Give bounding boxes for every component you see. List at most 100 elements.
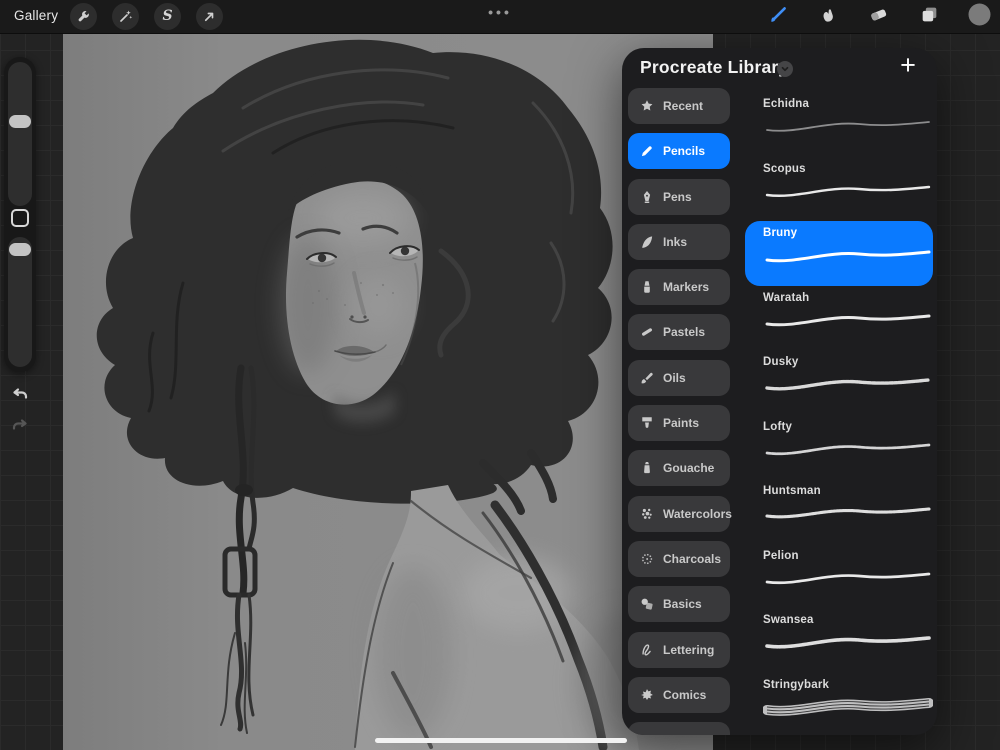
eraser-icon — [868, 4, 889, 30]
redo-icon — [10, 419, 30, 439]
category-label: Inks — [663, 234, 688, 249]
brush-stroke-preview — [765, 507, 931, 519]
brush-opacity-slider[interactable] — [8, 237, 32, 367]
category-pencils[interactable]: Pencils — [628, 133, 730, 170]
brush-list: Echidna Scopus Bruny Waratah Dusky Lofty — [745, 92, 933, 735]
home-indicator[interactable] — [375, 738, 627, 743]
category-inks[interactable]: Inks — [628, 223, 730, 260]
brush-row-echidna[interactable]: Echidna — [745, 92, 933, 157]
category-pens[interactable]: Pens — [628, 178, 730, 215]
brush-row-waratah[interactable]: Waratah — [745, 286, 933, 351]
category-gouache[interactable]: Gouache — [628, 450, 730, 487]
category-recent[interactable]: Recent — [628, 88, 730, 124]
category-label: Comics — [663, 687, 707, 702]
category-label: Markers — [663, 280, 710, 295]
brush-name: Waratah — [763, 291, 810, 304]
brush-stroke-preview — [766, 121, 930, 132]
brush-stroke-preview — [765, 443, 931, 455]
color-swatch-button[interactable] — [964, 2, 994, 32]
brush-stroke-preview — [765, 636, 931, 649]
brush-stroke-preview — [765, 378, 931, 391]
brush-stroke-preview — [763, 697, 933, 716]
brush-stroke-preview — [765, 572, 931, 584]
canvas[interactable] — [63, 33, 713, 750]
brush-row-lofty[interactable]: Lofty — [745, 415, 933, 480]
brush-size-handle[interactable] — [9, 115, 31, 128]
category-comics[interactable]: Comics — [628, 676, 730, 713]
category-label: Pastels — [663, 325, 706, 340]
brush-row-swansea[interactable]: Swansea — [745, 608, 933, 673]
pencil-icon — [639, 143, 655, 159]
brush-size-slider[interactable] — [8, 62, 32, 206]
brush-row-huntsman[interactable]: Huntsman — [745, 479, 933, 544]
brush-stroke-preview — [765, 185, 931, 197]
canvas-options-button[interactable]: ••• — [0, 4, 1000, 20]
eraser-tool-button[interactable] — [863, 2, 893, 32]
paint-brush-icon — [639, 415, 655, 431]
category-label: Gouache — [663, 461, 715, 476]
category-label: Oils — [663, 370, 686, 385]
brush-row-dusky[interactable]: Dusky — [745, 350, 933, 415]
smudge-tool-button[interactable] — [813, 2, 843, 32]
smudge-finger-icon — [818, 4, 839, 30]
script-icon — [639, 642, 655, 658]
brush-tool-button[interactable] — [763, 2, 793, 32]
category-charcoals[interactable]: Charcoals — [628, 540, 730, 577]
brush-name: Lofty — [763, 420, 793, 433]
category-label: Recent — [663, 99, 704, 113]
category-lettering[interactable]: Lettering — [628, 631, 730, 668]
brush-name: Scopus — [763, 162, 806, 175]
burst-icon — [639, 687, 655, 703]
category-basics[interactable]: Basics — [628, 586, 730, 623]
category-markers[interactable]: Markers — [628, 269, 730, 306]
brush-name: Bruny — [763, 227, 798, 239]
brush-name: Huntsman — [763, 485, 821, 497]
category-label: Basics — [663, 597, 702, 612]
brush-library-panel: Procreate Library + Recent Pencils Pens — [622, 48, 937, 735]
undo-button[interactable] — [10, 384, 30, 404]
brush-name: Dusky — [763, 356, 799, 368]
category-partial-row[interactable] — [628, 722, 730, 735]
category-watercolors[interactable]: Watercolors — [628, 495, 732, 532]
layers-button[interactable] — [914, 2, 944, 32]
water-dots-icon — [639, 506, 655, 522]
brush-row-bruny[interactable]: Bruny — [745, 221, 933, 286]
brush-name: Stringybark — [763, 678, 830, 691]
paint-tube-icon — [639, 460, 655, 476]
brush-name: Echidna — [763, 98, 810, 110]
category-oils[interactable]: Oils — [628, 359, 730, 396]
brush-opacity-handle[interactable] — [9, 243, 31, 256]
pastel-stick-icon — [639, 324, 655, 340]
star-icon — [639, 98, 655, 114]
chevron-down-icon[interactable] — [777, 61, 793, 77]
panel-header: Procreate Library + — [622, 48, 937, 90]
oil-brush-icon — [639, 370, 655, 386]
brush-name: Pelion — [763, 549, 799, 562]
category-label: Paints — [663, 416, 700, 431]
color-circle-icon — [967, 2, 992, 32]
brush-sidebar — [4, 57, 36, 372]
redo-button[interactable] — [10, 415, 30, 435]
add-brush-button[interactable]: + — [893, 50, 923, 80]
top-toolbar: Gallery S ••• — [0, 0, 1000, 34]
charcoal-dots-icon — [639, 551, 655, 567]
brush-row-scopus[interactable]: Scopus — [745, 157, 933, 222]
panel-title: Procreate Library — [640, 57, 789, 77]
brush-stroke-preview — [765, 314, 931, 326]
category-paints[interactable]: Paints — [628, 405, 730, 442]
layers-icon — [919, 4, 940, 30]
pen-nib-icon — [639, 189, 655, 205]
marker-icon — [639, 279, 655, 295]
brush-row-stringybark[interactable]: Stringybark — [745, 673, 933, 736]
brush-row-pelion[interactable]: Pelion — [745, 544, 933, 609]
category-label: Pens — [663, 189, 692, 204]
modify-button[interactable] — [11, 209, 29, 227]
paint-brush-icon — [767, 4, 789, 31]
category-label: Lettering — [663, 642, 715, 657]
brush-set-list: Recent Pencils Pens Inks Markers Pastels — [628, 88, 732, 735]
category-label: Pencils — [663, 144, 706, 159]
brush-name: Swansea — [763, 614, 814, 626]
category-pastels[interactable]: Pastels — [628, 314, 730, 351]
undo-icon — [10, 388, 30, 408]
canvas-artwork — [63, 33, 713, 750]
